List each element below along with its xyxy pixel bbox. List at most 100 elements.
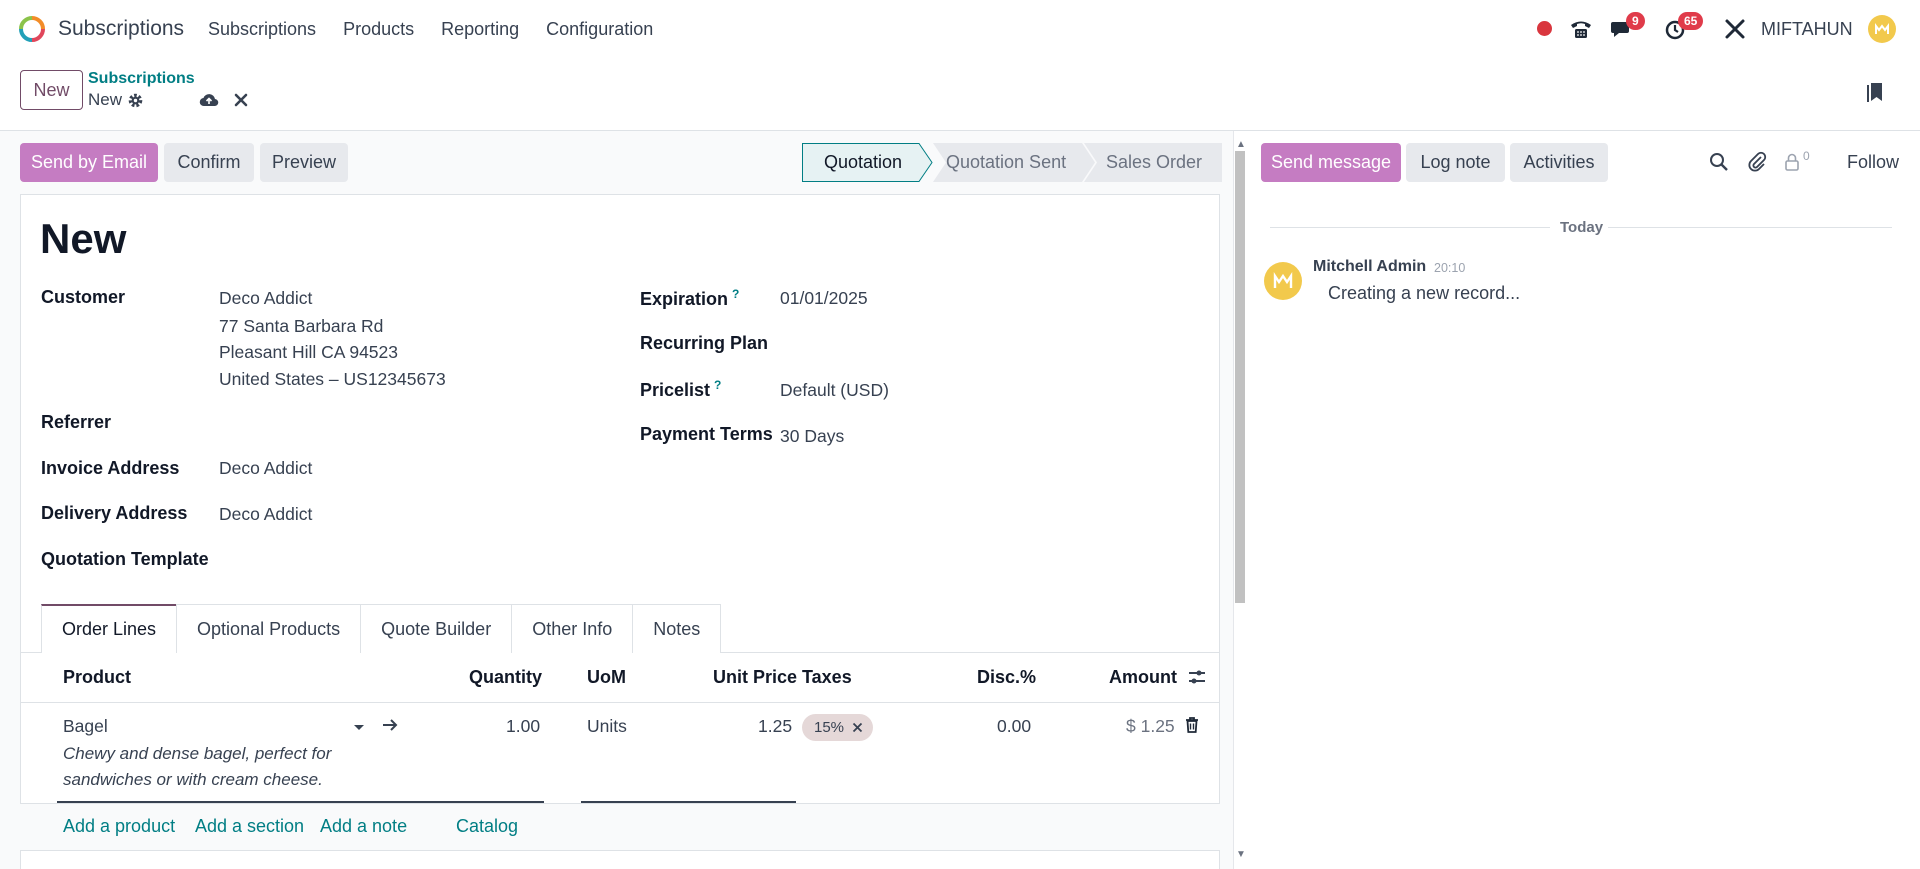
record-title: New xyxy=(40,215,127,262)
new-record-button[interactable]: New xyxy=(20,70,83,110)
followers-lock-icon[interactable] xyxy=(1781,151,1803,173)
discard-icon[interactable] xyxy=(234,93,248,107)
add-section-link[interactable]: Add a section xyxy=(195,816,304,837)
delivery-address-label: Delivery Address xyxy=(41,503,188,523)
debug-tools-icon[interactable] xyxy=(1722,16,1748,42)
menu-configuration[interactable]: Configuration xyxy=(546,19,653,40)
remove-tax-icon[interactable] xyxy=(852,722,863,733)
menu-products[interactable]: Products xyxy=(343,19,414,40)
add-product-link[interactable]: Add a product xyxy=(63,816,175,837)
column-amount[interactable]: Amount xyxy=(1109,667,1177,688)
pricelist-label-text: Pricelist xyxy=(640,380,711,400)
send-message-button[interactable]: Send message xyxy=(1261,143,1401,182)
phone-icon[interactable] xyxy=(1568,16,1594,42)
paperclip-icon[interactable] xyxy=(1746,151,1768,173)
search-icon[interactable] xyxy=(1708,151,1730,173)
optional-columns-icon[interactable] xyxy=(1187,667,1207,687)
messages-badge: 9 xyxy=(1626,12,1645,30)
line-quantity[interactable]: 1.00 xyxy=(506,716,540,737)
add-note-link[interactable]: Add a note xyxy=(320,816,407,837)
customer-street: 77 Santa Barbara Rd xyxy=(219,316,384,336)
menu-reporting[interactable]: Reporting xyxy=(441,19,519,40)
catalog-link[interactable]: Catalog xyxy=(456,816,518,837)
customer-city: Pleasant Hill CA 94523 xyxy=(219,342,398,362)
tab-notes[interactable]: Notes xyxy=(632,604,722,653)
followers-count: 0 xyxy=(1803,149,1810,163)
expiration-help[interactable]: ? xyxy=(732,287,739,301)
tax-tag-label: 15% xyxy=(814,719,845,736)
line-unit-price[interactable]: 1.25 xyxy=(758,716,792,737)
invoice-address-label: Invoice Address xyxy=(41,458,180,478)
pricelist-help[interactable]: ? xyxy=(714,378,721,392)
message-author[interactable]: Mitchell Admin xyxy=(1313,258,1426,276)
message-author-avatar[interactable] xyxy=(1264,262,1302,300)
header-divider xyxy=(20,702,1220,703)
user-avatar[interactable] xyxy=(1868,15,1896,43)
pricelist-label: Pricelist? xyxy=(640,378,721,401)
main-menu: Subscriptions Products Reporting Configu… xyxy=(208,19,680,40)
user-name[interactable]: MIFTAHUN xyxy=(1761,19,1853,40)
notebook-tabs: Order Lines Optional Products Quote Buil… xyxy=(41,604,722,653)
payment-terms-label: Payment Terms xyxy=(640,424,773,444)
chevron-down-icon[interactable] xyxy=(352,722,366,732)
pricelist-field[interactable]: Default (USD) xyxy=(780,380,889,401)
line-discount[interactable]: 0.00 xyxy=(997,716,1031,737)
save-cloud-icon[interactable] xyxy=(198,90,220,110)
message-body: Creating a new record... xyxy=(1328,283,1521,303)
column-discount[interactable]: Disc.% xyxy=(977,667,1036,688)
breadcrumb-parent[interactable]: Subscriptions xyxy=(88,70,195,88)
payment-terms-field[interactable]: 30 Days xyxy=(780,426,844,447)
stage-sales-order[interactable]: Sales Order xyxy=(1106,152,1202,173)
activities-badge: 65 xyxy=(1678,12,1704,30)
column-uom[interactable]: UoM xyxy=(587,667,626,688)
delivery-address-field[interactable]: Deco Addict xyxy=(219,504,312,525)
preview-button[interactable]: Preview xyxy=(260,143,348,182)
gear-icon[interactable] xyxy=(127,92,144,109)
stage-quotation[interactable]: Quotation xyxy=(824,152,902,173)
bookmark-icon[interactable] xyxy=(1865,80,1885,104)
tab-optional-products[interactable]: Optional Products xyxy=(176,604,362,653)
app-name[interactable]: Subscriptions xyxy=(58,17,184,41)
scroll-down-icon[interactable]: ▼ xyxy=(1236,849,1246,860)
breadcrumb-current: New xyxy=(88,90,123,109)
quotation-template-label: Quotation Template xyxy=(41,549,209,569)
expiration-field[interactable]: 01/01/2025 xyxy=(780,288,868,309)
line-uom[interactable]: Units xyxy=(587,716,627,737)
expiration-label: Expiration? xyxy=(640,287,739,310)
customer-name[interactable]: Deco Addict xyxy=(219,288,312,309)
invoice-address-field[interactable]: Deco Addict xyxy=(219,458,312,479)
tab-quote-builder[interactable]: Quote Builder xyxy=(360,604,513,653)
column-taxes[interactable]: Taxes xyxy=(802,667,852,688)
recording-indicator-icon[interactable] xyxy=(1537,21,1552,36)
column-product[interactable]: Product xyxy=(63,667,131,688)
customer-label: Customer xyxy=(41,287,126,307)
line-description[interactable]: Chewy and dense bagel, perfect for sandw… xyxy=(63,741,363,793)
send-by-email-button[interactable]: Send by Email xyxy=(20,143,158,182)
tab-other-info[interactable]: Other Info xyxy=(511,604,634,653)
log-note-button[interactable]: Log note xyxy=(1406,143,1505,182)
stage-quotation-sent[interactable]: Quotation Sent xyxy=(946,152,1066,173)
line-amount: $ 1.25 xyxy=(1126,716,1175,736)
recurring-plan-label: Recurring Plan xyxy=(640,333,769,353)
scrollbar-thumb[interactable] xyxy=(1235,151,1245,603)
tax-tag[interactable]: 15% xyxy=(802,714,874,741)
expiration-label-text: Expiration xyxy=(640,289,729,309)
tab-order-lines[interactable]: Order Lines xyxy=(41,604,178,653)
follow-button[interactable]: Follow xyxy=(1847,152,1899,173)
date-separator-label: Today xyxy=(1560,219,1604,236)
menu-subscriptions[interactable]: Subscriptions xyxy=(208,19,316,40)
date-separator-left xyxy=(1270,227,1550,228)
column-quantity[interactable]: Quantity xyxy=(469,667,542,688)
customer-country: United States – US12345673 xyxy=(219,369,446,389)
scroll-up-icon[interactable]: ▲ xyxy=(1236,139,1246,150)
arrow-right-icon[interactable] xyxy=(381,716,399,734)
date-separator-right xyxy=(1608,227,1892,228)
line-product[interactable]: Bagel xyxy=(63,716,108,737)
confirm-button[interactable]: Confirm xyxy=(164,143,254,182)
activities-button[interactable]: Activities xyxy=(1510,143,1608,182)
column-unit-price[interactable]: Unit Price xyxy=(713,667,797,688)
top-navbar: Subscriptions Subscriptions Products Rep… xyxy=(0,0,1920,58)
referrer-label: Referrer xyxy=(41,412,112,432)
trash-icon[interactable] xyxy=(1184,716,1200,734)
app-logo-icon[interactable] xyxy=(18,15,46,43)
